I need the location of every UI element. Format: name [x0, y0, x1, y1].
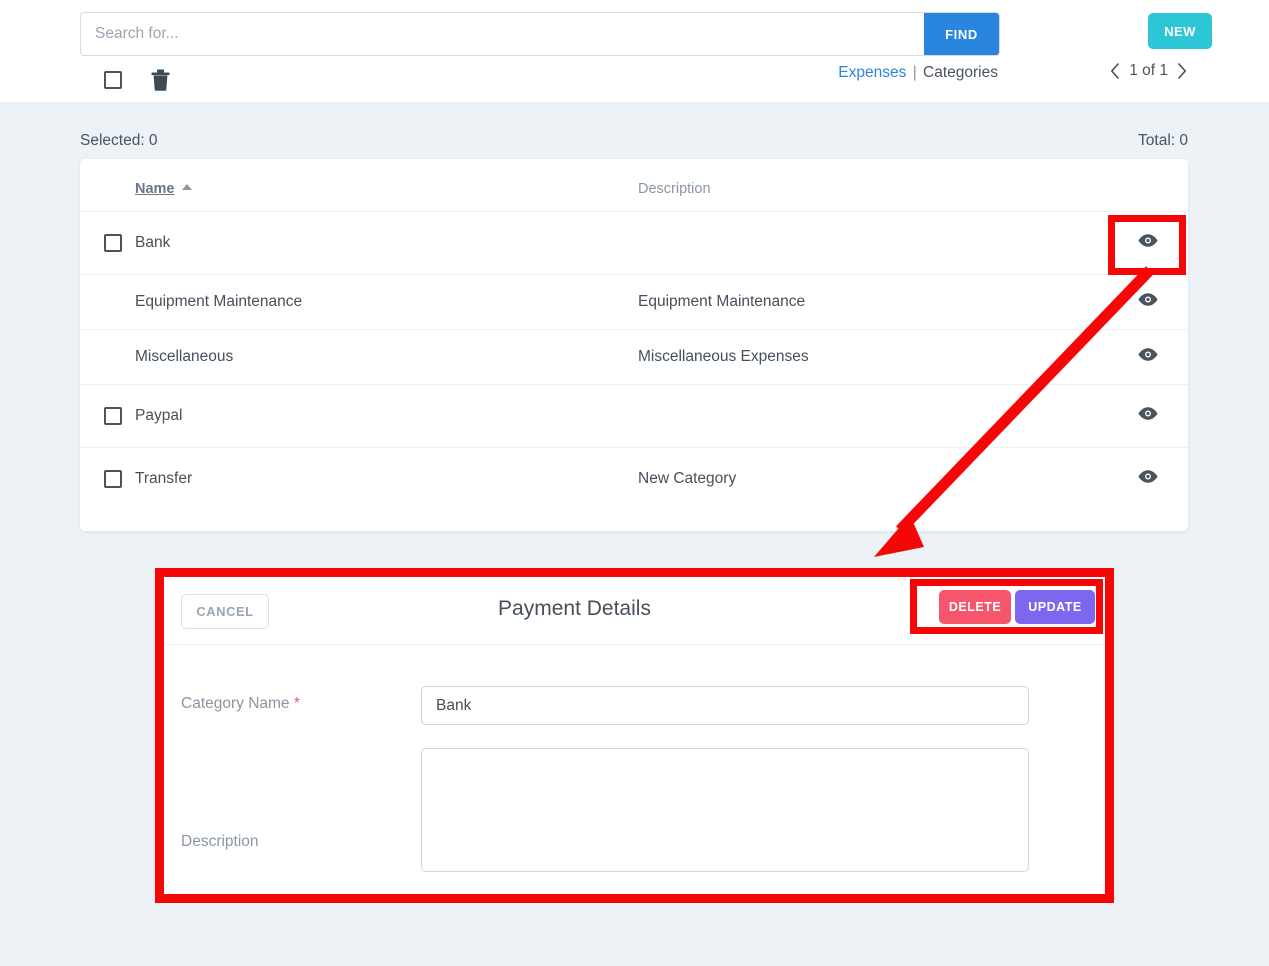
total-count: Total: 0	[1138, 132, 1188, 149]
row-checkbox[interactable]	[104, 234, 122, 252]
pagination: 1 of 1	[1110, 62, 1187, 80]
breadcrumb-link-expenses[interactable]: Expenses	[838, 64, 906, 81]
category-name-input[interactable]	[421, 686, 1029, 725]
description-field-row: Description	[164, 725, 1105, 872]
row-checkbox[interactable]	[104, 407, 122, 425]
row-description: Equipment Maintenance	[638, 274, 1108, 330]
search-bar: FIND	[80, 12, 1000, 56]
eye-icon[interactable]	[1137, 233, 1159, 248]
row-checkbox-cell	[80, 329, 135, 385]
selected-count: Selected: 0	[80, 132, 158, 149]
table-row[interactable]: Equipment Maintenance Equipment Maintena…	[80, 274, 1188, 330]
eye-icon[interactable]	[1137, 469, 1159, 484]
action-buttons-highlight: DELETE UPDATE	[910, 579, 1103, 634]
row-name: Transfer	[135, 447, 638, 511]
row-name: Bank	[135, 211, 638, 275]
search-input[interactable]	[81, 13, 924, 55]
payment-details-header: CANCEL Payment Details DELETE UPDATE	[164, 577, 1105, 645]
sort-ascending-icon	[181, 184, 192, 190]
category-name-label: Category Name *	[181, 673, 421, 713]
payment-details-panel-highlight: CANCEL Payment Details DELETE UPDATE Cat…	[155, 568, 1114, 903]
description-textarea[interactable]	[421, 748, 1029, 872]
breadcrumb-separator: |	[912, 64, 917, 81]
row-description: New Category	[638, 447, 1108, 511]
row-checkbox[interactable]	[104, 470, 122, 489]
row-name: Miscellaneous	[135, 329, 638, 385]
row-checkbox-cell	[80, 447, 135, 511]
find-button[interactable]: FIND	[924, 13, 999, 55]
row-view-cell	[1108, 211, 1188, 275]
payment-details-panel: CANCEL Payment Details DELETE UPDATE Cat…	[164, 577, 1105, 894]
pagination-label: 1 of 1	[1129, 62, 1168, 79]
required-asterisk: *	[293, 695, 300, 712]
row-description	[638, 384, 1108, 448]
table-row[interactable]: Miscellaneous Miscellaneous Expenses	[80, 329, 1188, 385]
column-header-view	[1108, 159, 1188, 212]
delete-button[interactable]: DELETE	[939, 589, 1011, 624]
row-view-cell	[1108, 384, 1188, 448]
payment-details-form: Category Name * Description	[164, 645, 1105, 872]
column-header-name: Name	[135, 159, 638, 212]
app-page: FIND NEW Expenses | Categories 1 of 1 Se…	[0, 0, 1269, 966]
row-checkbox-cell	[80, 384, 135, 448]
categories-table-card: Name Description Bank Equipment Maintena…	[80, 159, 1188, 531]
column-header-description: Description	[638, 181, 711, 197]
description-label: Description	[181, 833, 259, 850]
row-checkbox-cell	[80, 211, 135, 275]
eye-icon[interactable]	[1137, 347, 1159, 362]
update-button[interactable]: UPDATE	[1015, 589, 1095, 624]
eye-icon[interactable]	[1137, 406, 1159, 421]
eye-icon[interactable]	[1137, 292, 1159, 307]
row-checkbox-cell	[80, 274, 135, 330]
table-header-row: Name Description	[80, 159, 1188, 212]
chevron-left-icon[interactable]	[1110, 62, 1121, 80]
table-row[interactable]: Paypal	[80, 384, 1188, 448]
table-body: Bank Equipment Maintenance Equipment Mai…	[80, 211, 1188, 511]
chevron-right-icon[interactable]	[1176, 62, 1187, 80]
row-description: Miscellaneous Expenses	[638, 329, 1108, 385]
category-name-label-text: Category Name	[181, 695, 290, 712]
table-row[interactable]: Transfer New Category	[80, 447, 1188, 511]
categories-table: Name Description Bank Equipment Maintena…	[80, 159, 1188, 511]
list-meta: Selected: 0 Total: 0	[80, 132, 1188, 150]
sort-name-link[interactable]: Name	[135, 181, 175, 197]
row-name: Paypal	[135, 384, 638, 448]
row-view-cell	[1108, 447, 1188, 511]
column-header-checkbox	[80, 159, 135, 212]
table-row[interactable]: Bank	[80, 211, 1188, 275]
top-toolbar: FIND NEW Expenses | Categories 1 of 1	[0, 0, 1269, 102]
breadcrumb-current-categories: Categories	[923, 64, 998, 81]
row-view-cell	[1108, 274, 1188, 330]
category-name-field-row: Category Name *	[164, 673, 1105, 725]
breadcrumb: Expenses | Categories	[0, 64, 998, 82]
row-description	[638, 211, 1108, 275]
row-name: Equipment Maintenance	[135, 274, 638, 330]
row-view-cell	[1108, 329, 1188, 385]
new-button[interactable]: NEW	[1148, 13, 1212, 49]
